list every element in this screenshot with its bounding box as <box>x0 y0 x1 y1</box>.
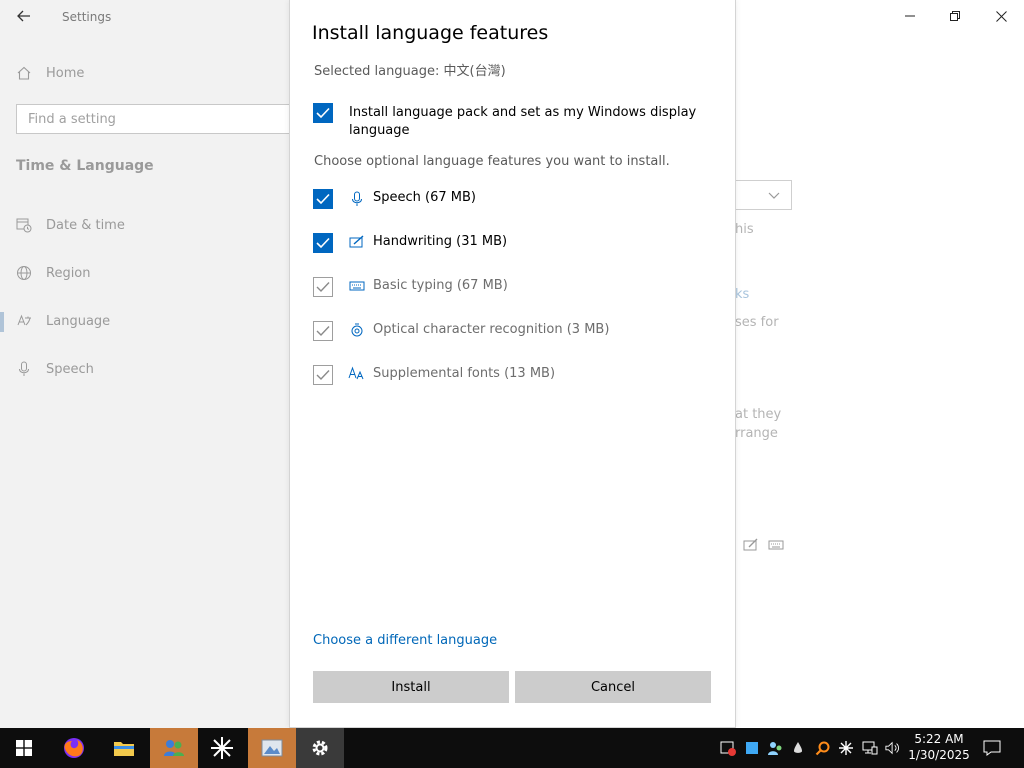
selected-language-text: Selected language: 中文(台灣) <box>314 64 506 79</box>
supplemental-fonts-feature-label: Supplemental fonts (13 MB) <box>373 366 556 381</box>
picture-icon <box>261 739 283 757</box>
pen-icon <box>743 538 758 551</box>
clock-time: 5:22 AM <box>914 732 964 746</box>
nav-label: Language <box>46 313 111 329</box>
checkmark-icon <box>316 237 330 249</box>
nav-active-indicator <box>0 312 4 332</box>
search-placeholder: Find a setting <box>28 111 116 127</box>
install-language-features-dialog: Install language features Selected langu… <box>289 0 736 728</box>
nav-item-speech[interactable]: Speech <box>16 358 94 380</box>
tray-search-orange-icon[interactable] <box>815 740 831 756</box>
settings-left-pane: Settings Home Find a setting Time & Lang… <box>0 0 296 728</box>
handwriting-feature-label: Handwriting (31 MB) <box>373 234 508 249</box>
ocr-checkbox[interactable] <box>313 321 333 341</box>
start-button[interactable] <box>0 728 48 768</box>
microphone-icon <box>19 361 29 376</box>
background-text: his <box>735 222 754 237</box>
tray-snowflake-icon[interactable] <box>838 740 854 756</box>
handwriting-checkbox[interactable] <box>313 233 333 253</box>
nav-label: Region <box>46 265 91 281</box>
background-dropdown[interactable] <box>735 180 792 210</box>
globe-icon <box>17 266 31 280</box>
language-pack-checkbox[interactable] <box>313 103 333 123</box>
pen-icon <box>348 233 366 251</box>
nav-item-region[interactable]: Region <box>16 262 91 284</box>
taskbar-app-image[interactable] <box>248 728 296 768</box>
clock-date: 1/30/2025 <box>908 748 970 762</box>
notifications-icon[interactable] <box>982 740 1002 756</box>
back-button[interactable] <box>10 4 38 28</box>
home-icon <box>17 66 31 80</box>
close-icon <box>995 10 1007 22</box>
search-input[interactable]: Find a setting <box>16 104 296 134</box>
basic-typing-feature-label: Basic typing (67 MB) <box>373 278 508 293</box>
dialog-title: Install language features <box>312 22 549 44</box>
minimize-button[interactable] <box>890 4 930 28</box>
speech-checkbox[interactable] <box>313 189 333 209</box>
volume-icon[interactable] <box>885 740 901 756</box>
basic-typing-checkbox[interactable] <box>313 277 333 297</box>
app-title: Settings <box>62 10 112 24</box>
calendar-clock-icon <box>16 218 32 233</box>
tray-people-icon[interactable] <box>767 740 783 756</box>
tray-blue-square-icon[interactable] <box>744 740 760 756</box>
close-button[interactable] <box>981 4 1021 28</box>
people-icon <box>164 740 184 756</box>
tray-drop-icon[interactable] <box>790 740 806 756</box>
home-label: Home <box>46 65 85 81</box>
taskbar-settings[interactable] <box>296 728 344 768</box>
background-feature-icons <box>743 538 784 552</box>
language-pack-label: Install language pack and set as my Wind… <box>349 105 697 138</box>
nav-label: Speech <box>46 361 94 377</box>
supplemental-fonts-checkbox[interactable] <box>313 365 333 385</box>
chevron-down-icon <box>768 192 780 199</box>
checkmark-icon <box>316 326 330 337</box>
checkmark-icon <box>316 193 330 205</box>
ocr-icon <box>348 321 366 339</box>
home-nav-item[interactable]: Home <box>16 62 84 84</box>
back-arrow-icon <box>17 10 30 22</box>
nav-label: Date & time <box>46 217 125 233</box>
install-button[interactable]: Install <box>313 671 509 703</box>
speech-feature-label: Speech (67 MB) <box>373 190 476 205</box>
font-icon <box>348 365 366 383</box>
choose-different-language-link[interactable]: Choose a different language <box>313 633 497 648</box>
taskbar-app-people[interactable] <box>150 728 198 768</box>
snowflake-icon <box>211 737 233 759</box>
background-text: ses for <box>735 315 779 330</box>
taskbar-file-explorer[interactable] <box>100 728 148 768</box>
nav-item-language[interactable]: Language <box>16 310 110 332</box>
optional-features-label: Choose optional language features you wa… <box>314 154 670 169</box>
restore-button[interactable] <box>935 4 975 28</box>
checkmark-icon <box>316 107 330 119</box>
checkmark-icon <box>316 370 330 381</box>
network-icon[interactable] <box>862 740 878 756</box>
language-icon <box>17 314 31 326</box>
firefox-icon <box>64 738 84 758</box>
taskbar-snowflake-app[interactable] <box>198 728 246 768</box>
taskbar-clock[interactable]: 5:22 AM 1/30/2025 <box>906 731 972 763</box>
background-link[interactable]: ks <box>735 287 749 302</box>
keyboard-icon <box>348 277 366 295</box>
background-text: rrange <box>735 426 778 441</box>
background-text: at they <box>735 407 782 422</box>
checkmark-icon <box>316 282 330 293</box>
cancel-button[interactable]: Cancel <box>515 671 711 703</box>
section-title: Time & Language <box>16 158 154 174</box>
keyboard-icon <box>768 540 784 550</box>
taskbar <box>0 728 1024 768</box>
gear-icon <box>312 740 328 756</box>
tray-alert-icon[interactable] <box>720 740 736 756</box>
windows-logo-icon <box>16 740 32 756</box>
ocr-feature-label: Optical character recognition (3 MB) <box>373 322 610 337</box>
microphone-icon <box>348 190 366 208</box>
taskbar-firefox[interactable] <box>50 728 98 768</box>
minimize-icon <box>905 15 915 17</box>
folder-icon <box>114 742 134 756</box>
nav-item-date-time[interactable]: Date & time <box>16 214 125 236</box>
restore-icon <box>950 11 960 21</box>
